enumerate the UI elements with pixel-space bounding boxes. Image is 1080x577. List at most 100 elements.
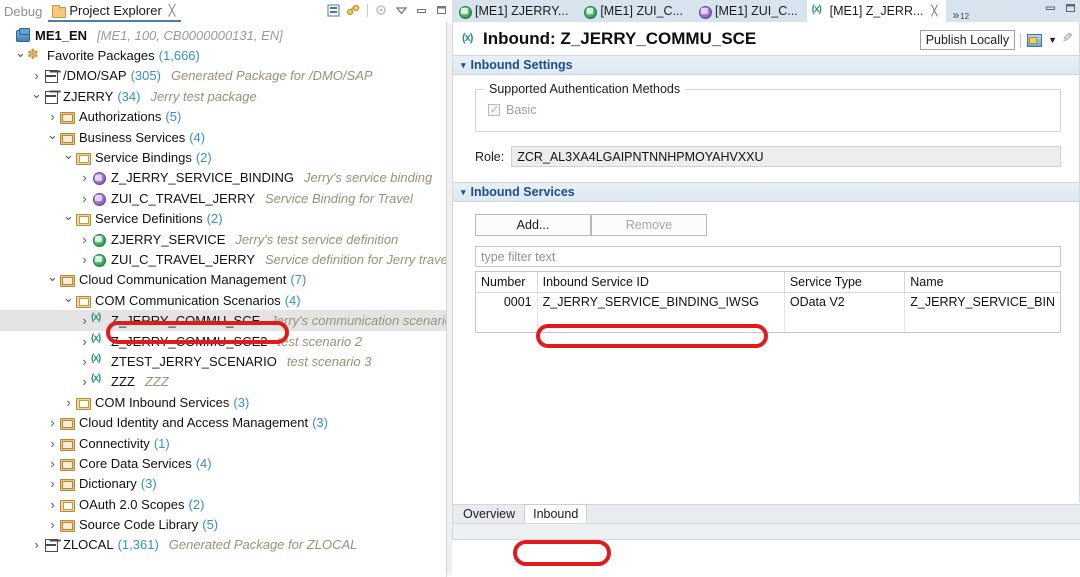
tree-item[interactable]: Z_JERRY_COMMU_SCE2 test scenario 2 — [0, 331, 446, 351]
publish-locally-button[interactable]: Publish Locally — [919, 30, 1016, 50]
maximize-icon[interactable] — [433, 2, 450, 18]
chevron-right-icon[interactable] — [46, 457, 59, 470]
tree-item[interactable]: Dictionary(3) — [0, 474, 446, 494]
tree-item[interactable]: COM Communication Scenarios(4) — [0, 290, 446, 310]
view-menu-icon[interactable] — [393, 2, 410, 18]
screenshot-icon[interactable] — [1026, 32, 1043, 48]
table-column-header[interactable]: Service Type — [784, 272, 906, 293]
chevron-down-icon[interactable] — [62, 294, 75, 307]
chevron-down-icon[interactable] — [62, 151, 75, 164]
tree-item[interactable]: ZUI_C_TRAVEL_JERRY Service Binding for Tr… — [0, 188, 446, 208]
editor-tab-overflow[interactable]: » 12 — [946, 8, 975, 22]
focus-on-active-task-icon[interactable] — [373, 2, 390, 18]
chevron-right-icon[interactable] — [78, 171, 91, 184]
tree-item[interactable]: Connectivity(1) — [0, 433, 446, 453]
close-icon[interactable]: ╳ — [931, 6, 937, 17]
tree-item-label: Z_JERRY_COMMU_SCE2 — [111, 333, 268, 349]
tree-item[interactable]: Cloud Identity and Access Management(3) — [0, 412, 446, 432]
project-tree[interactable]: ME1_EN [ME1, 100, CB0000000131, EN] Favori… — [0, 22, 446, 577]
section-header-inbound-settings[interactable]: ▾ Inbound Settings — [453, 55, 1079, 75]
tree-item[interactable]: /DMO/SAP(305) Generated Package for /DMO/… — [0, 66, 446, 86]
filter-input[interactable]: type filter text — [475, 246, 1061, 267]
minimize-icon[interactable] — [413, 2, 430, 18]
chevron-down-icon[interactable] — [46, 273, 59, 286]
chevron-right-icon[interactable] — [30, 69, 43, 82]
chevron-right-icon[interactable] — [78, 253, 91, 266]
inbound-services-table[interactable]: Number Inbound Service ID Service Type Name… — [475, 271, 1061, 333]
tree-item[interactable]: OAuth 2.0 Scopes(2) — [0, 494, 446, 514]
chevron-right-icon[interactable] — [46, 498, 59, 511]
role-field[interactable]: ZCR_AL3XA4LGAIPNTNNHPMOYAHVXXU — [511, 146, 1061, 167]
table-body[interactable]: 0001 Z_JERRY_SERVICE_BINDING_IWSG OData V2… — [476, 292, 1060, 332]
tree-item[interactable]: ZLOCAL(1,361) Generated Package for ZLOCA… — [0, 535, 446, 555]
tree-item[interactable]: COM Inbound Services(3) — [0, 392, 446, 412]
chevron-down-icon[interactable]: ▾ — [461, 60, 466, 71]
chevron-right-icon[interactable] — [46, 518, 59, 531]
chevron-down-icon[interactable] — [14, 49, 27, 62]
table-cell-service-id[interactable]: Z_JERRY_SERVICE_BINDING_IWSG — [537, 292, 785, 312]
tree-item[interactable]: Z_JERRY_SERVICE_BINDING Jerry's service b… — [0, 168, 446, 188]
chevron-right-icon[interactable] — [46, 110, 59, 123]
tree-item[interactable]: Source Code Library(5) — [0, 514, 446, 534]
editor-tab[interactable]: [ME1] ZUI_C... — [577, 0, 692, 22]
table-cell-service-type[interactable]: OData V2 — [784, 292, 906, 312]
chevron-right-icon[interactable] — [62, 396, 75, 409]
editor-tab[interactable]: [ME1] ZUI_C... — [692, 0, 807, 22]
folder-icon — [59, 130, 76, 145]
tree-item[interactable]: Core Data Services(4) — [0, 453, 446, 473]
chevron-right-icon[interactable] — [46, 477, 59, 490]
chevron-down-icon[interactable] — [46, 131, 59, 144]
table-cell-name[interactable]: Z_JERRY_SERVICE_BIN — [905, 292, 1060, 312]
chevron-right-icon[interactable] — [78, 335, 91, 348]
inbound-services-body: Add... Remove type filter text Number Inb… — [453, 214, 1079, 333]
editor-tab-active[interactable]: [ME1] Z_JERR... ╳ — [806, 0, 947, 22]
tree-item[interactable]: Service Definitions(2) — [0, 209, 446, 229]
chevron-right-icon[interactable] — [46, 437, 59, 450]
tree-item[interactable]: ME1_EN [ME1, 100, CB0000000131, EN] — [0, 25, 446, 45]
add-button[interactable]: Add... — [475, 214, 591, 236]
link-with-editor-icon[interactable] — [345, 2, 362, 18]
chevron-right-icon[interactable] — [30, 538, 43, 551]
tree-item[interactable]: Favorite Packages(1,666) — [0, 45, 446, 65]
tree-item[interactable]: ZJERRY(34) Jerry test package — [0, 86, 446, 106]
table-column-header[interactable]: Inbound Service ID — [537, 272, 785, 293]
chevron-right-icon[interactable] — [78, 233, 91, 246]
close-icon[interactable]: ╳ — [169, 2, 176, 20]
tree-item[interactable]: Authorizations(5) — [0, 107, 446, 127]
tree-item[interactable]: ZUI_C_TRAVEL_JERRY Service definition for… — [0, 249, 446, 269]
chevron-right-icon[interactable] — [78, 314, 91, 327]
tree-item[interactable]: Cloud Communication Management(7) — [0, 270, 446, 290]
dropdown-caret-icon[interactable]: ▼ — [1048, 35, 1057, 45]
view-tab-debug[interactable]: Debug — [0, 2, 48, 22]
table-row[interactable]: 0001 Z_JERRY_SERVICE_BINDING_IWSG OData V2… — [476, 292, 1060, 312]
tree-item[interactable]: ZJERRY_SERVICE Jerry's test service defin… — [0, 229, 446, 249]
chevron-right-icon[interactable] — [46, 416, 59, 429]
section-header-inbound-services[interactable]: ▾ Inbound Services — [453, 182, 1079, 202]
chevron-down-icon[interactable] — [30, 90, 43, 103]
maximize-icon[interactable] — [1065, 3, 1076, 16]
tree-item[interactable]: ZZZ ZZZ — [0, 372, 446, 392]
table-column-header[interactable]: Name — [904, 272, 1060, 293]
tree-item[interactable]: Service Bindings(2) — [0, 147, 446, 167]
folder-open-icon — [75, 293, 92, 308]
basic-auth-checkbox[interactable] — [488, 103, 500, 116]
chevron-right-icon[interactable] — [78, 355, 91, 368]
tree-item[interactable]: ZTEST_JERRY_SCENARIO test scenario 3 — [0, 351, 446, 371]
minimize-icon[interactable] — [1045, 3, 1056, 16]
chevron-down-icon[interactable] — [62, 212, 75, 225]
bottom-tab-list[interactable]: Overview Inbound — [454, 504, 625, 523]
tree-item-selected[interactable]: Z_JERRY_COMMU_SCE Jerry's communication s… — [0, 310, 446, 331]
bottom-tab-inbound[interactable]: Inbound — [524, 504, 588, 523]
tree-item[interactable]: Business Services(4) — [0, 127, 446, 147]
table-column-header[interactable]: Number — [476, 272, 538, 293]
chevron-down-icon[interactable]: ▾ — [461, 187, 466, 198]
collapse-all-icon[interactable] — [325, 2, 342, 18]
chevron-right-icon[interactable] — [78, 375, 91, 388]
view-tab-project-explorer[interactable]: Project Explorer ╳ — [48, 2, 182, 22]
editor-tab[interactable]: [ME1] ZJERRY... — [452, 0, 577, 22]
table-cell-number[interactable]: 0001 — [476, 292, 538, 312]
chevron-right-icon[interactable] — [78, 192, 91, 205]
bottom-tab-overview[interactable]: Overview — [454, 504, 524, 523]
tree-item-count: (3) — [233, 394, 250, 410]
edit-icon[interactable] — [1062, 32, 1079, 48]
